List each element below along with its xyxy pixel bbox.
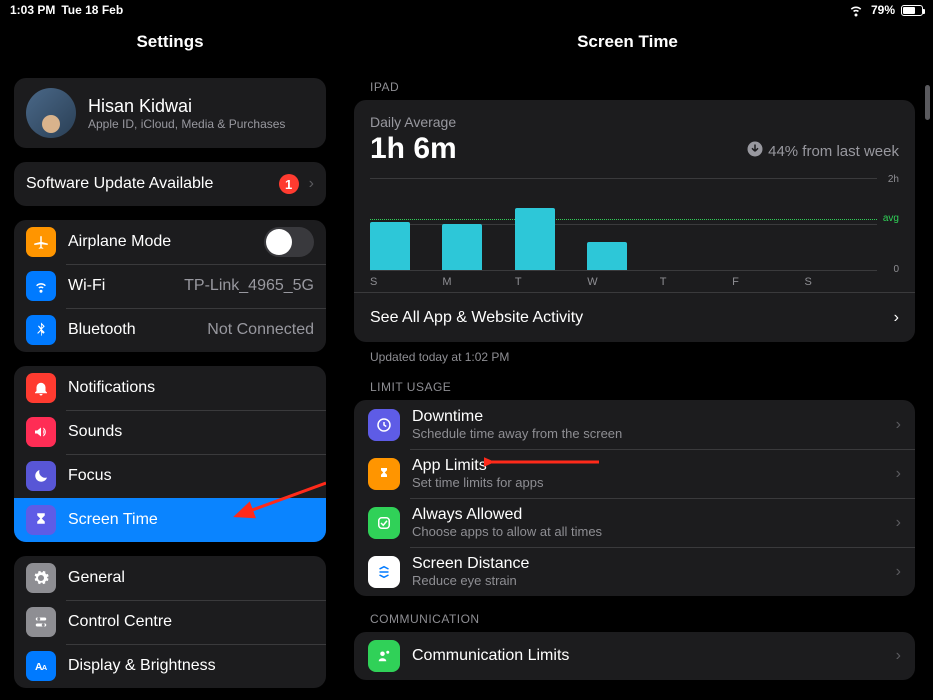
focus-row[interactable]: Focus: [14, 454, 326, 498]
text-size-icon: AA: [26, 651, 56, 681]
downtime-icon: [368, 409, 400, 441]
daily-avg-label: Daily Average: [370, 114, 899, 130]
battery-icon: [901, 5, 923, 16]
usage-chart: 2h avg 0 SMTWTFS: [370, 178, 899, 288]
axis-bottom: 0: [893, 264, 899, 275]
gear-icon: [26, 563, 56, 593]
airplane-mode-row[interactable]: Airplane Mode: [14, 220, 326, 264]
sidebar-title: Settings: [14, 20, 326, 64]
chevron-right-icon: ›: [896, 514, 901, 532]
profile-sub: Apple ID, iCloud, Media & Purchases: [88, 117, 285, 131]
battery-pct: 79%: [871, 3, 895, 17]
limit-usage-header: LIMIT USAGE: [370, 380, 915, 394]
device-label: IPAD: [370, 80, 915, 94]
person-bubble-icon: [368, 640, 400, 672]
chevron-right-icon: ›: [894, 309, 899, 327]
axis-top: 2h: [888, 174, 899, 185]
downtime-row[interactable]: DowntimeSchedule time away from the scre…: [354, 400, 915, 449]
arrow-down-icon: [746, 140, 764, 162]
status-time: 1:03 PM: [10, 3, 55, 17]
svg-text:A: A: [42, 663, 48, 672]
control-centre-row[interactable]: Control Centre: [14, 600, 326, 644]
axis-avg: avg: [883, 213, 899, 224]
software-update-row[interactable]: Software Update Available 1 ›: [14, 162, 326, 206]
airplane-icon: [26, 227, 56, 257]
screen-distance-row[interactable]: Screen DistanceReduce eye strain ›: [354, 547, 915, 596]
avatar: [26, 88, 76, 138]
sidebar: Settings Hisan Kidwai Apple ID, iCloud, …: [0, 20, 340, 700]
chevron-right-icon: ›: [309, 175, 314, 193]
general-row[interactable]: General: [14, 556, 326, 600]
check-shield-icon: [368, 507, 400, 539]
display-brightness-row[interactable]: AA Display & Brightness: [14, 644, 326, 688]
main-panel: Screen Time IPAD Daily Average 1h 6m 44%…: [340, 20, 933, 700]
sounds-row[interactable]: Sounds: [14, 410, 326, 454]
status-date: Tue 18 Feb: [61, 3, 123, 17]
chevron-right-icon: ›: [896, 647, 901, 665]
sliders-icon: [26, 607, 56, 637]
page-title: Screen Time: [340, 20, 915, 64]
status-bar: 1:03 PM Tue 18 Feb 79%: [0, 0, 933, 20]
notifications-row[interactable]: Notifications: [14, 366, 326, 410]
bell-icon: [26, 373, 56, 403]
see-all-activity-row[interactable]: See All App & Website Activity ›: [354, 292, 915, 342]
wifi-row[interactable]: Wi-Fi TP-Link_4965_5G: [14, 264, 326, 308]
bluetooth-row[interactable]: Bluetooth Not Connected: [14, 308, 326, 352]
wifi-value: TP-Link_4965_5G: [184, 277, 314, 295]
update-badge: 1: [279, 174, 299, 194]
scrollbar[interactable]: [925, 85, 930, 120]
hourglass-icon: [26, 505, 56, 535]
airplane-toggle[interactable]: [264, 227, 314, 257]
chevron-right-icon: ›: [896, 465, 901, 483]
app-limits-row[interactable]: App LimitsSet time limits for apps ›: [354, 449, 915, 498]
wifi-settings-icon: [26, 271, 56, 301]
bluetooth-value: Not Connected: [207, 321, 314, 339]
updated-label: Updated today at 1:02 PM: [370, 350, 915, 364]
bluetooth-icon: [26, 315, 56, 345]
hourglass-icon: [368, 458, 400, 490]
delta-text: 44% from last week: [746, 140, 899, 162]
always-allowed-row[interactable]: Always AllowedChoose apps to allow at al…: [354, 498, 915, 547]
chevron-right-icon: ›: [896, 416, 901, 434]
screen-time-row[interactable]: Screen Time: [14, 498, 326, 542]
apple-id-row[interactable]: Hisan Kidwai Apple ID, iCloud, Media & P…: [14, 78, 326, 148]
profile-name: Hisan Kidwai: [88, 96, 285, 117]
chevron-right-icon: ›: [896, 563, 901, 581]
communication-header: COMMUNICATION: [370, 612, 915, 626]
moon-icon: [26, 461, 56, 491]
speaker-icon: [26, 417, 56, 447]
communication-limits-row[interactable]: Communication Limits ›: [354, 632, 915, 680]
distance-icon: [368, 556, 400, 588]
wifi-icon: [847, 0, 865, 21]
